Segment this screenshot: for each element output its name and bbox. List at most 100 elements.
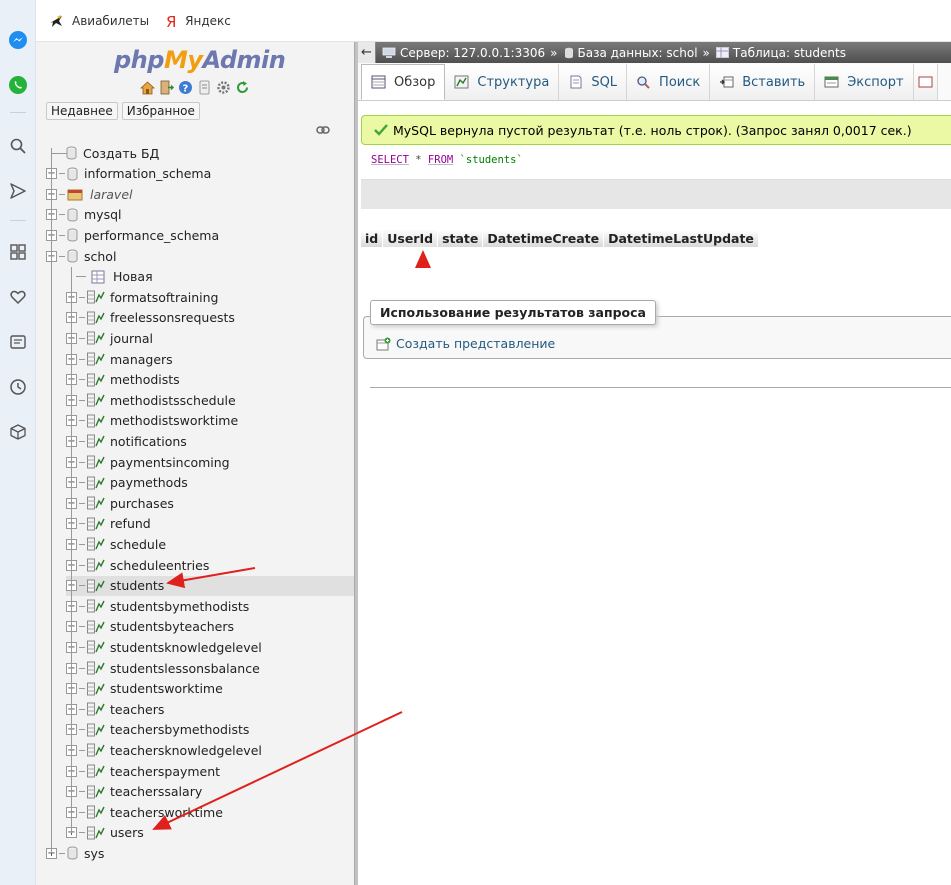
- tree-table-methodistsworktime[interactable]: + methodistsworktime: [66, 411, 238, 431]
- table-icon: [87, 414, 105, 428]
- breadcrumb-table[interactable]: Таблица: students: [715, 45, 846, 60]
- tree-table-users[interactable]: + users: [66, 823, 144, 843]
- tree-table-studentsbyteachers[interactable]: + studentsbyteachers: [66, 617, 234, 637]
- logo-part: Admin: [202, 46, 286, 74]
- send-icon[interactable]: [6, 179, 30, 203]
- tab-more[interactable]: [913, 64, 938, 100]
- tree-item-new-table[interactable]: Новая: [76, 267, 153, 287]
- svg-text:Я: Я: [166, 13, 176, 29]
- tree-table-teachersknowledgelevel[interactable]: + teachersknowledgelevel: [66, 740, 262, 760]
- search-icon[interactable]: [6, 134, 30, 158]
- yandex-icon: Я: [165, 13, 177, 29]
- insert-icon: [719, 75, 734, 89]
- tree-table-managers[interactable]: + managers: [66, 349, 173, 369]
- tree-table-teachers[interactable]: + teachers: [66, 699, 164, 719]
- breadcrumb-server[interactable]: Сервер: 127.0.0.1:3306: [382, 46, 545, 60]
- back-arrow-icon[interactable]: ←: [358, 42, 376, 63]
- phpmyadmin-logo[interactable]: phpMyAdmin: [114, 46, 286, 74]
- table-icon: [87, 496, 105, 510]
- sql-query[interactable]: SELECT * FROM `students`: [371, 154, 523, 166]
- tree-db-performance_schema[interactable]: + performance_schema: [46, 225, 219, 245]
- link-chain-icon[interactable]: [316, 124, 330, 138]
- logout-icon[interactable]: [159, 80, 174, 95]
- tree-table-teachersbymethodists[interactable]: + teachersbymethodists: [66, 720, 249, 740]
- tree-db-mysql[interactable]: + mysql: [46, 205, 122, 225]
- column-header-id[interactable]: id: [361, 230, 384, 247]
- tree-connector: [79, 399, 85, 401]
- reload-icon[interactable]: [235, 80, 250, 95]
- cube-icon[interactable]: [6, 420, 30, 444]
- tree-table-studentsknowledgelevel[interactable]: + studentsknowledgelevel: [66, 637, 262, 657]
- tree-item-label: studentsbymethodists: [110, 598, 250, 614]
- tree-table-schedule[interactable]: + schedule: [66, 534, 166, 554]
- gear-icon[interactable]: [216, 80, 231, 95]
- bookmark-aviabilety[interactable]: Авиабилеты: [48, 13, 149, 29]
- table-icon: [87, 311, 105, 325]
- tree-connector: [79, 791, 85, 793]
- checkmark-icon: [374, 124, 388, 136]
- tree-table-freelessonsrequests[interactable]: + freelessonsrequests: [66, 308, 235, 328]
- table-icon: [87, 620, 105, 634]
- tree-item-label: schedule: [110, 536, 167, 552]
- table-icon: [87, 331, 105, 345]
- tree-item-label: methodistsworktime: [110, 413, 239, 429]
- tab-insert[interactable]: Вставить: [710, 64, 816, 100]
- tree-table-teachersworktime[interactable]: + teachersworktime: [66, 802, 223, 822]
- tree-table-studentslessonsbalance[interactable]: + studentslessonsbalance: [66, 658, 260, 678]
- tree-item-create-db[interactable]: Создать БД: [66, 143, 159, 163]
- column-header-userid[interactable]: UserId: [383, 230, 439, 247]
- bookmark-yandex[interactable]: Я Яндекс: [165, 13, 231, 29]
- tree-table-methodists[interactable]: + methodists: [66, 370, 180, 390]
- tab-browse[interactable]: Обзор: [361, 64, 446, 100]
- tree-table-studentsworktime[interactable]: + studentsworktime: [66, 679, 223, 699]
- navigation-panel: phpMyAdmin ? Недавнее Избранное Создать …: [36, 42, 358, 885]
- tree-table-scheduleentries[interactable]: + scheduleentries: [66, 555, 209, 575]
- tab-export[interactable]: Экспорт: [815, 64, 914, 100]
- tree-table-notifications[interactable]: + notifications: [66, 431, 187, 451]
- tree-item-label: users: [110, 825, 144, 841]
- tree-db-schol[interactable]: − schol: [46, 246, 116, 266]
- tree-table-teacherssalary[interactable]: + teacherssalary: [66, 782, 202, 802]
- database-icon: [67, 208, 79, 222]
- tab-search[interactable]: Поиск: [627, 64, 711, 100]
- tree-connector: [79, 564, 85, 566]
- tree-table-paymethods[interactable]: + paymethods: [66, 473, 188, 493]
- column-header-state[interactable]: state: [438, 230, 484, 247]
- tab-structure[interactable]: Структура: [445, 64, 560, 100]
- create-view-link[interactable]: Создать представление: [376, 336, 555, 351]
- tree-table-studentsbymethodists[interactable]: + studentsbymethodists: [66, 596, 249, 616]
- query-results-legend: Использование результатов запроса: [370, 300, 656, 325]
- messenger-icon[interactable]: [6, 28, 30, 52]
- tab-sql[interactable]: SQL: [559, 64, 628, 100]
- favorite-tables-button[interactable]: Избранное: [121, 102, 200, 120]
- history-clock-icon[interactable]: [6, 375, 30, 399]
- help-icon[interactable]: ?: [178, 80, 193, 95]
- nav-recent-favorites: Недавнее Избранное: [46, 102, 200, 120]
- column-header-datetimecreate[interactable]: DatetimeCreate: [483, 230, 605, 247]
- heart-icon[interactable]: [6, 285, 30, 309]
- column-header-datetimelastupdate[interactable]: DatetimeLastUpdate: [604, 230, 759, 247]
- tree-db-sys[interactable]: + sys: [46, 843, 104, 863]
- tree-table-journal[interactable]: + journal: [66, 328, 153, 348]
- apps-icon[interactable]: [6, 240, 30, 264]
- tree-table-formatsoftraining[interactable]: + formatsoftraining: [66, 287, 218, 307]
- home-icon[interactable]: [140, 80, 155, 95]
- docs-icon[interactable]: [197, 80, 212, 95]
- tree-table-students[interactable]: + students: [66, 575, 358, 596]
- tree-table-teacherspayment[interactable]: + teacherspayment: [66, 761, 220, 781]
- table-icon: [87, 455, 105, 469]
- tree-table-purchases[interactable]: + purchases: [66, 493, 174, 513]
- tree-table-methodistsschedule[interactable]: + methodistsschedule: [66, 390, 236, 410]
- recent-tables-button[interactable]: Недавнее: [46, 102, 118, 120]
- browser-side-rail: [0, 0, 36, 885]
- tree-table-refund[interactable]: + refund: [66, 514, 151, 534]
- notes-icon[interactable]: [6, 330, 30, 354]
- tree-db-laravel[interactable]: + laravel: [46, 184, 133, 204]
- table-icon: [87, 558, 105, 572]
- tree-table-paymentsincoming[interactable]: + paymentsincoming: [66, 452, 230, 472]
- tree-db-information_schema[interactable]: + information_schema: [46, 164, 211, 184]
- breadcrumb-table-label: Таблица: students: [732, 45, 846, 60]
- tree-connector: [59, 852, 65, 854]
- breadcrumb-database[interactable]: База данных: schol: [564, 46, 698, 60]
- whatsapp-icon[interactable]: [6, 73, 30, 97]
